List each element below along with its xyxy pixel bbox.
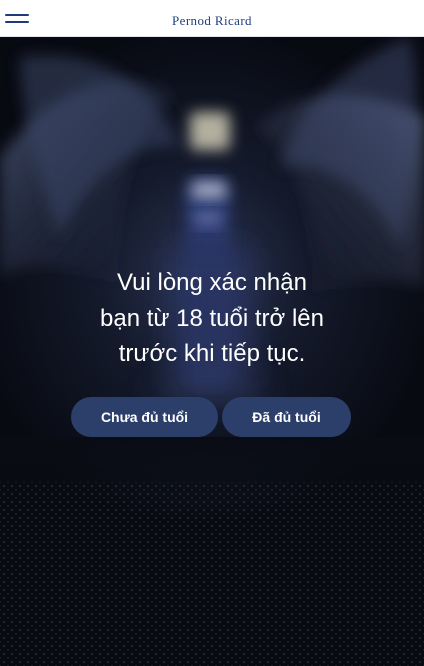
age-confirmation-prompt: Vui lòng xác nhận bạn từ 18 tuổi trở lên…	[40, 265, 384, 372]
of-age-button[interactable]: Đã đủ tuổi	[222, 397, 351, 437]
prompt-line-1: Vui lòng xác nhận	[117, 269, 307, 296]
prompt-line-2: bạn từ 18 tuổi trở lên	[100, 304, 324, 332]
under-age-button[interactable]: Chưa đủ tuổi	[71, 397, 218, 437]
brand-logo[interactable]: Pernod Ricard	[0, 13, 424, 29]
prompt-line-3: trước khi tiếp tục.	[118, 340, 306, 367]
hero-background: Vui lòng xác nhận bạn từ 18 tuổi trở lên…	[0, 37, 424, 666]
top-header: Pernod Ricard	[0, 0, 424, 37]
dot-pattern-background	[0, 482, 424, 666]
